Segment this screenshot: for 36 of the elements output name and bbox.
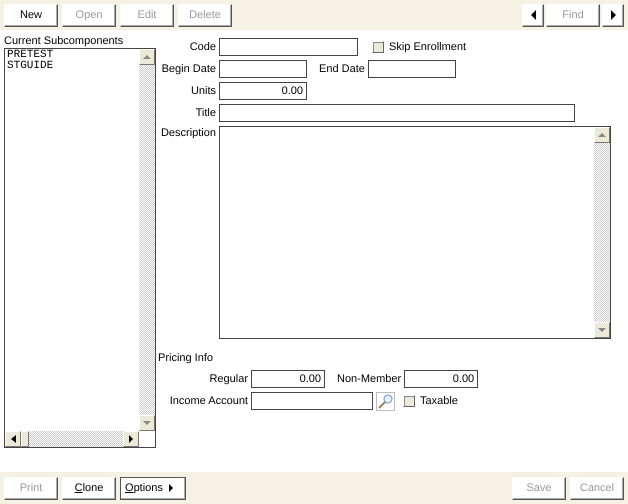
vertical-scrollbar[interactable] [594, 127, 610, 338]
magnifier-icon[interactable] [376, 392, 395, 410]
list-item[interactable]: STGUIDE [7, 61, 54, 72]
checkbox[interactable] [403, 395, 415, 407]
price-field[interactable]: 0.00 [404, 370, 478, 388]
field-label: Begin Date [160, 62, 217, 76]
checkbox[interactable] [372, 41, 384, 53]
vertical-scrollbar[interactable] [139, 49, 155, 431]
title-field[interactable] [219, 104, 575, 122]
field-label: Title [194, 106, 217, 120]
code-field[interactable] [219, 38, 358, 56]
field-label: Code [188, 40, 217, 54]
horizontal-scrollbar[interactable] [5, 431, 139, 447]
checkbox-label: Taxable [420, 395, 458, 407]
list-item[interactable]: PRETEST [7, 50, 54, 61]
field-label: Income Account [168, 395, 249, 407]
date-field[interactable] [368, 60, 456, 78]
footer-button[interactable]: Clone [62, 476, 116, 500]
subcomponent-list[interactable]: PRETEST STGUIDE [4, 48, 156, 448]
field-label: Units [190, 84, 217, 98]
price-field[interactable]: 0.00 [251, 370, 325, 388]
menu-button[interactable]: Options [120, 476, 186, 500]
list-label: Current Subcomponents [4, 34, 124, 48]
units-field[interactable]: 0.00 [219, 82, 307, 100]
description-field[interactable] [219, 126, 611, 339]
field-label: Non-Member [337, 373, 402, 385]
date-field[interactable] [219, 60, 307, 78]
checkbox-label: Skip Enrollment [389, 41, 466, 53]
previous-button[interactable] [522, 4, 544, 26]
next-button[interactable] [602, 4, 624, 26]
field-label: End Date [319, 63, 366, 75]
section-heading: Pricing Info [158, 352, 214, 366]
field-label: Regular [208, 373, 249, 385]
account-field[interactable] [251, 392, 373, 410]
field-label: Description [160, 126, 217, 140]
toolbar-button[interactable]: New [4, 4, 58, 26]
